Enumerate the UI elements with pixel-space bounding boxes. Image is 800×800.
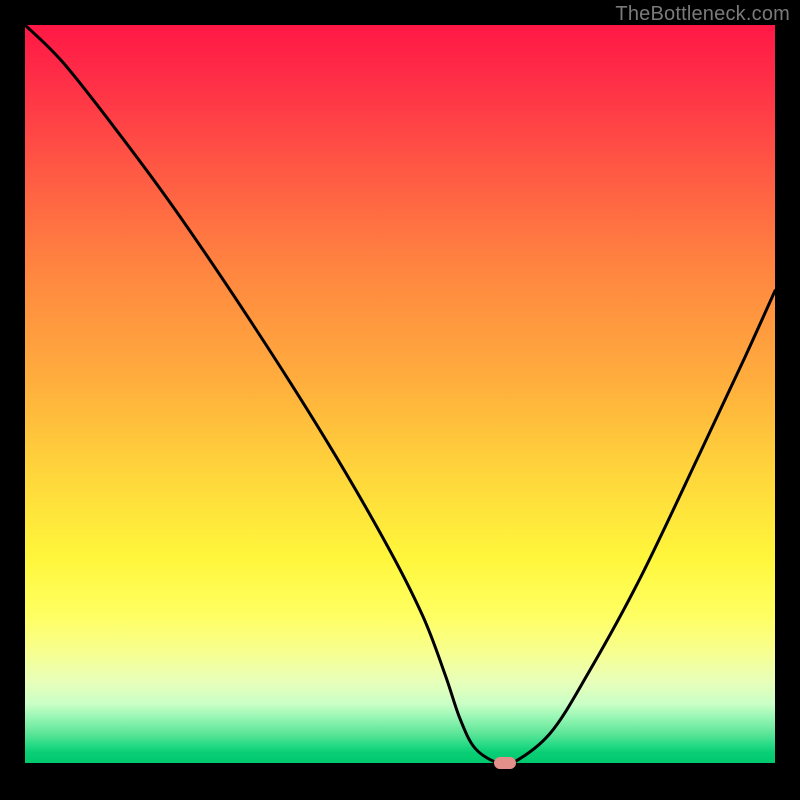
bottleneck-curve [25, 25, 775, 763]
chart-frame: TheBottleneck.com [0, 0, 800, 800]
watermark-text: TheBottleneck.com [615, 3, 790, 26]
optimal-point-marker [494, 757, 516, 769]
